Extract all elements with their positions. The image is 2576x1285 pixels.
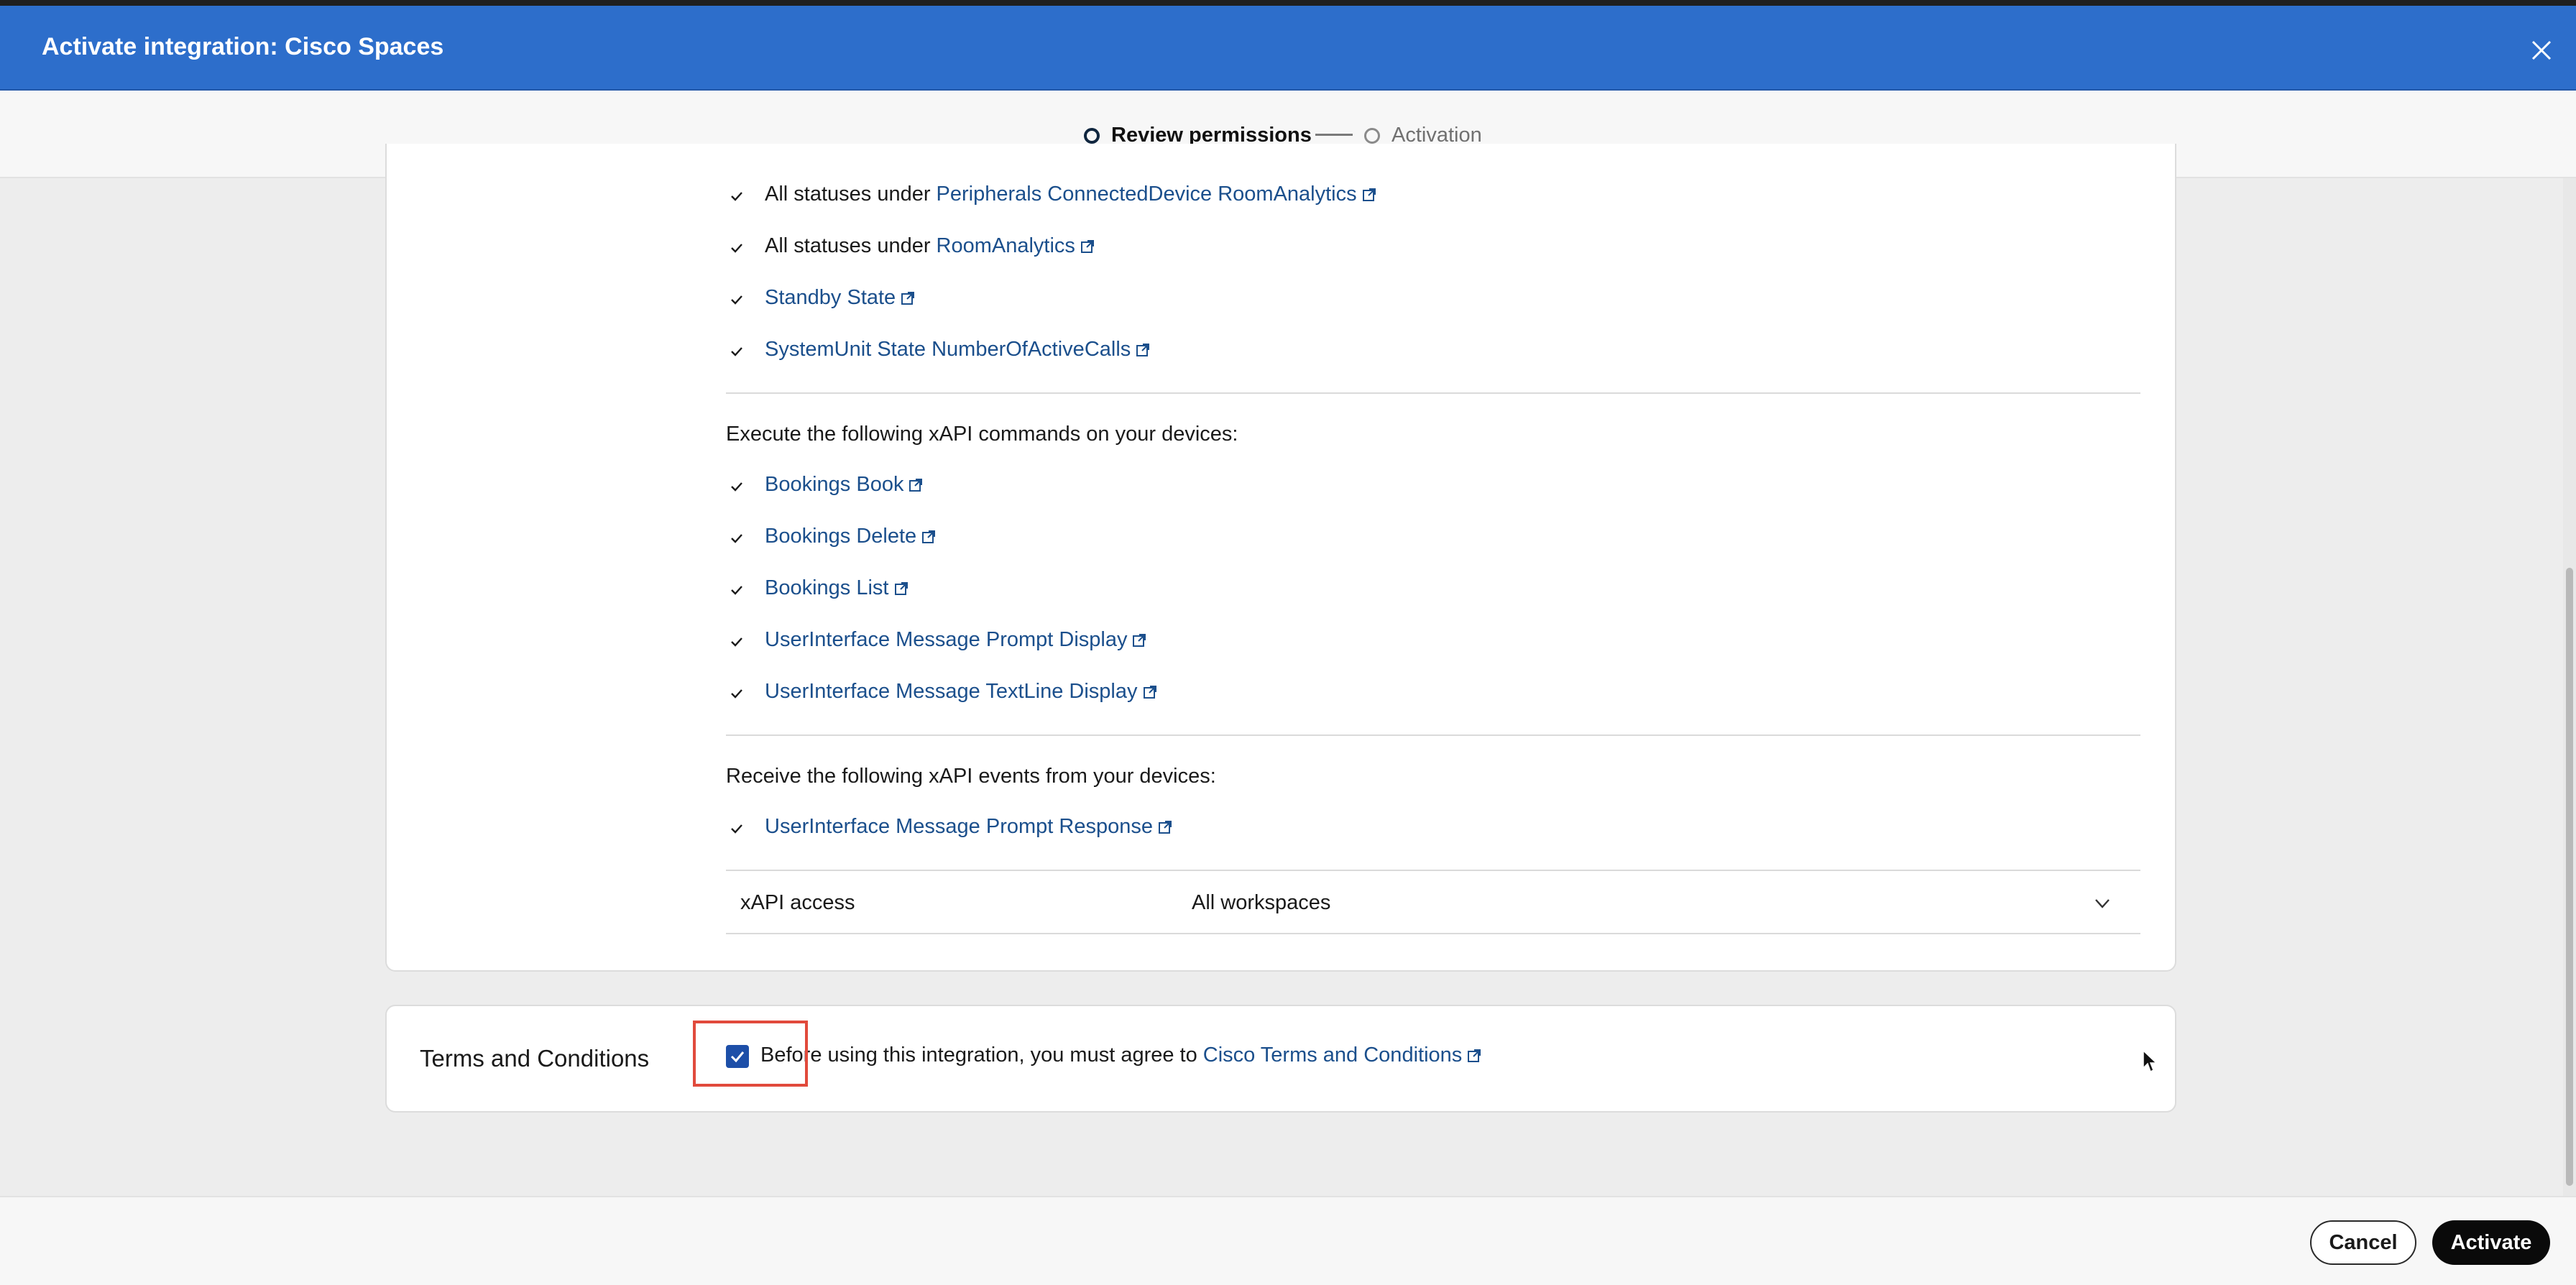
external-link-icon (894, 581, 908, 595)
check-icon (731, 192, 742, 201)
terms-text: Before using this integration, you must … (760, 1044, 1197, 1067)
external-link-icon (1158, 820, 1172, 834)
terms-title: Terms and Conditions (420, 1045, 650, 1072)
command-link[interactable]: UserInterface Message Prompt Display (765, 628, 1127, 652)
top-strip (0, 0, 2576, 6)
check-icon (731, 637, 742, 647)
check-icon (731, 482, 742, 492)
external-link-icon (1136, 343, 1150, 356)
list-item: All statuses under RoomAnalytics (765, 234, 1095, 258)
section-divider (726, 392, 2140, 394)
check-icon (731, 295, 742, 305)
command-link[interactable]: Bookings Book (765, 473, 903, 497)
step-inactive-icon (1364, 127, 1380, 144)
close-icon (2531, 40, 2552, 60)
section-divider (726, 734, 2140, 736)
highlight-annotation (693, 1021, 808, 1087)
list-item: Bookings Delete (765, 525, 937, 548)
xapi-access-label: xAPI access (740, 891, 855, 914)
external-link-icon (922, 530, 936, 543)
check-icon (731, 534, 742, 543)
step-active-icon (1084, 127, 1100, 144)
dialog-header: Activate integration: Cisco Spaces (0, 6, 2576, 91)
commands-heading: Execute the following xAPI commands on y… (726, 423, 1238, 446)
mouse-cursor-icon (2143, 1049, 2158, 1073)
chevron-down-icon[interactable] (2092, 893, 2113, 914)
step-connector (1315, 134, 1353, 136)
xapi-access-value: All workspaces (1192, 891, 1331, 914)
cancel-button[interactable]: Cancel (2310, 1220, 2416, 1265)
command-link[interactable]: UserInterface Message TextLine Display (765, 680, 1138, 704)
check-icon (731, 689, 742, 699)
terms-agreement: Before using this integration, you must … (760, 1044, 1482, 1067)
list-item: All statuses under Peripherals Connected… (765, 183, 1377, 206)
close-button[interactable] (2527, 36, 2556, 65)
item-prefix: All statuses under (765, 183, 931, 206)
list-item: UserInterface Message Prompt Display (765, 628, 1147, 652)
permission-link[interactable]: RoomAnalytics (937, 234, 1075, 258)
command-link[interactable]: Bookings Delete (765, 525, 916, 548)
terms-link[interactable]: Cisco Terms and Conditions (1203, 1044, 1463, 1067)
external-link-icon (1080, 239, 1094, 253)
xapi-access-row[interactable]: xAPI access All workspaces (726, 870, 2140, 934)
external-link-icon (901, 291, 915, 305)
permission-link[interactable]: SystemUnit State NumberOfActiveCalls (765, 338, 1131, 361)
external-link-icon (909, 478, 923, 492)
activate-button[interactable]: Activate (2432, 1220, 2550, 1265)
dialog-title: Activate integration: Cisco Spaces (42, 33, 444, 60)
list-item: Bookings Book (765, 473, 924, 497)
list-item: SystemUnit State NumberOfActiveCalls (765, 338, 1151, 361)
event-link[interactable]: UserInterface Message Prompt Response (765, 815, 1153, 839)
item-prefix: All statuses under (765, 234, 931, 257)
list-item: UserInterface Message Prompt Response (765, 815, 1173, 839)
check-icon (731, 347, 742, 356)
check-icon (731, 824, 742, 834)
external-link-icon (1362, 188, 1376, 201)
external-link-icon (1143, 685, 1156, 699)
external-link-icon (1133, 633, 1146, 647)
list-item: UserInterface Message TextLine Display (765, 680, 1158, 704)
list-item: Bookings List (765, 576, 909, 600)
scrollbar-thumb[interactable] (2566, 568, 2573, 1186)
permission-link[interactable]: Peripherals ConnectedDevice RoomAnalytic… (937, 183, 1357, 206)
command-link[interactable]: Bookings List (765, 576, 889, 600)
check-icon (731, 244, 742, 253)
list-item: Standby State (765, 286, 916, 310)
dialog-footer (0, 1196, 2576, 1285)
permissions-card (385, 144, 2176, 972)
external-link-icon (1468, 1049, 1481, 1062)
check-icon (731, 586, 742, 595)
permission-link[interactable]: Standby State (765, 286, 896, 310)
events-heading: Receive the following xAPI events from y… (726, 765, 1216, 788)
